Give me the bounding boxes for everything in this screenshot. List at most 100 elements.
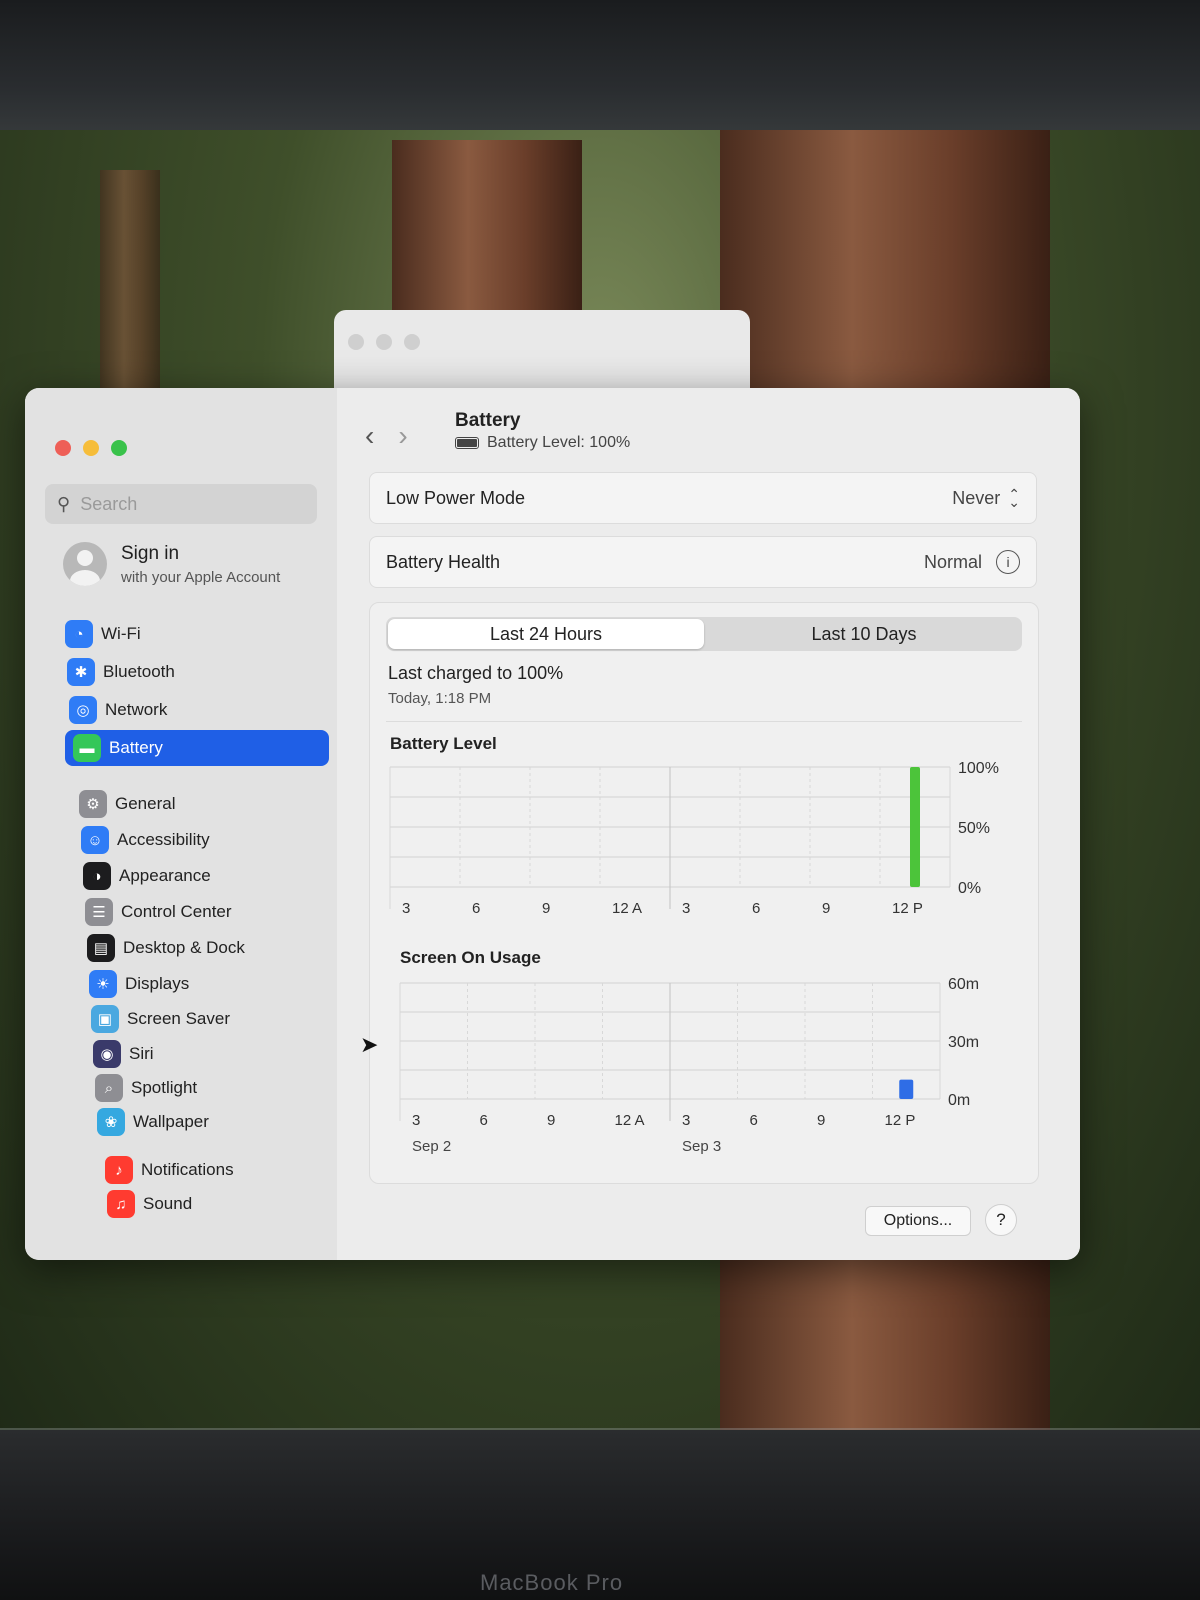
sidebar-item-general[interactable]: ⚙ General bbox=[79, 786, 175, 822]
page-title: Battery bbox=[455, 410, 521, 431]
close-button[interactable] bbox=[55, 440, 71, 456]
y-tick-label: 50% bbox=[958, 820, 990, 837]
battery-charts: Battery Level 100% 50% 0% 3 6 9 12 A 3 6 9 12 P Scre… bbox=[389, 734, 999, 1155]
sidebar-item-displays[interactable]: ☀ Displays bbox=[89, 966, 189, 1002]
sidebar-item-desktop-dock[interactable]: ▤ Desktop & Dock bbox=[87, 930, 245, 966]
sidebar-item-label: Network bbox=[105, 700, 168, 719]
sidebar-item-label: Spotlight bbox=[131, 1078, 198, 1097]
x-tick-label: 9 bbox=[817, 1112, 825, 1129]
sidebar-item-label: Bluetooth bbox=[103, 662, 175, 681]
window-control bbox=[376, 334, 392, 350]
screen-bezel-top bbox=[0, 0, 1200, 150]
sidebar-item-label: Desktop & Dock bbox=[123, 938, 245, 957]
globe-icon: ◎ bbox=[69, 696, 97, 724]
forward-button[interactable]: › bbox=[398, 420, 431, 451]
x-tick-label: 12 A bbox=[612, 900, 642, 917]
apple-account-signin[interactable]: Sign in with your Apple Account bbox=[63, 542, 280, 586]
help-button[interactable]: ? bbox=[985, 1204, 1017, 1236]
usage-panel: Last 24 Hours Last 10 Days Last charged … bbox=[369, 602, 1039, 1184]
signin-subtitle: with your Apple Account bbox=[121, 568, 281, 586]
sidebar-item-accessibility[interactable]: ☺ Accessibility bbox=[81, 822, 210, 858]
sidebar-item-wi-fi[interactable]: ◔ Wi-Fi bbox=[65, 616, 141, 652]
gear-icon: ⚙ bbox=[79, 790, 107, 818]
device-label: MacBook Pro bbox=[480, 1570, 624, 1595]
chart-title: Screen On Usage bbox=[400, 948, 541, 967]
tab-last-24-hours[interactable]: Last 24 Hours bbox=[388, 619, 704, 649]
accessibility-icon: ☺ bbox=[81, 826, 109, 854]
divider bbox=[386, 721, 1022, 722]
y-tick-label: 100% bbox=[958, 760, 999, 777]
x-tick-label: 9 bbox=[542, 900, 550, 917]
history-navigation: ‹› bbox=[365, 420, 432, 452]
battery-health-label: Battery Health bbox=[386, 551, 501, 572]
sidebar-item-sound[interactable]: ♫ Sound bbox=[107, 1186, 192, 1222]
window-control bbox=[348, 334, 364, 350]
low-power-mode-select[interactable]: Never ⌃ ⌄ bbox=[952, 487, 1020, 509]
search-input[interactable]: ⚲ Search bbox=[45, 484, 317, 524]
x-tick-label: 6 bbox=[752, 900, 760, 917]
battery-level-text: Battery Level: 100% bbox=[487, 434, 631, 451]
date-label: Sep 2 bbox=[412, 1138, 451, 1155]
sidebar-item-label: Control Center bbox=[121, 902, 232, 921]
zoom-button[interactable] bbox=[111, 440, 127, 456]
battery-pane: ‹› Battery Battery Level: 100% Low Power… bbox=[337, 388, 1080, 1260]
options-button[interactable]: Options... bbox=[865, 1206, 971, 1236]
time-range-segmented-control: Last 24 Hours Last 10 Days bbox=[386, 617, 1022, 651]
low-power-mode-value: Never bbox=[952, 487, 1001, 508]
x-tick-label: 6 bbox=[472, 900, 480, 917]
sidebar-item-bluetooth[interactable]: ✱ Bluetooth bbox=[67, 654, 175, 690]
sidebar-item-network[interactable]: ◎ Network bbox=[69, 692, 167, 728]
window-control bbox=[404, 334, 420, 350]
battery-health-row: Battery Health Normal i bbox=[369, 536, 1037, 588]
sidebar-item-label: Accessibility bbox=[117, 830, 210, 849]
y-tick-label: 0% bbox=[958, 880, 981, 897]
sidebar-item-notifications[interactable]: ♪ Notifications bbox=[105, 1152, 234, 1188]
sidebar-item-label: Wallpaper bbox=[133, 1112, 209, 1131]
sidebar-item-battery[interactable]: ▬ Battery bbox=[65, 730, 329, 766]
sidebar-item-wallpaper[interactable]: ❀ Wallpaper bbox=[97, 1104, 209, 1140]
x-tick-label: 6 bbox=[480, 1112, 488, 1129]
last-charged-info: Last charged to 100% Today, 1:18 PM bbox=[388, 663, 563, 707]
minimize-button[interactable] bbox=[83, 440, 99, 456]
last-charged-time: Today, 1:18 PM bbox=[388, 690, 492, 707]
y-tick-label: 60m bbox=[948, 976, 979, 993]
sidebar-item-label: General bbox=[115, 794, 176, 813]
avatar bbox=[63, 542, 107, 586]
x-tick-label: 9 bbox=[822, 900, 830, 917]
sidebar-item-screen-saver[interactable]: ▣ Screen Saver bbox=[91, 1001, 230, 1037]
low-power-mode-row: Low Power Mode Never ⌃ ⌄ bbox=[369, 472, 1037, 524]
x-tick-label: 3 bbox=[402, 900, 410, 917]
x-tick-label: 3 bbox=[412, 1112, 420, 1129]
chart-title: Battery Level bbox=[390, 734, 497, 753]
chart-bar bbox=[899, 1079, 914, 1099]
battery-icon bbox=[455, 437, 479, 449]
x-tick-label: 9 bbox=[547, 1112, 555, 1129]
sidebar-item-siri[interactable]: ◉ Siri bbox=[93, 1036, 154, 1072]
battery-level-status: Battery Level: 100% bbox=[455, 434, 630, 452]
sidebar-item-label: Siri bbox=[129, 1044, 154, 1063]
battery-icon: ▬ bbox=[73, 734, 101, 762]
y-tick-label: 30m bbox=[948, 1034, 979, 1051]
x-tick-label: 3 bbox=[682, 1112, 690, 1129]
system-settings-window: ⚲ Search Sign in with your Apple Account… bbox=[25, 388, 1080, 1260]
sidebar: ⚲ Search Sign in with your Apple Account… bbox=[25, 388, 337, 1260]
info-icon[interactable]: i bbox=[996, 550, 1020, 574]
search-placeholder: Search bbox=[80, 493, 138, 514]
mouse-cursor-icon: ➤ bbox=[360, 1032, 379, 1057]
signin-title: Sign in bbox=[121, 542, 180, 564]
x-tick-label: 12 A bbox=[615, 1112, 645, 1129]
sidebar-item-control-center[interactable]: ☰ Control Center bbox=[85, 894, 232, 930]
bell-icon: ♪ bbox=[105, 1156, 133, 1184]
sidebar-item-spotlight[interactable]: ⌕ Spotlight bbox=[95, 1070, 197, 1106]
back-button[interactable]: ‹ bbox=[365, 420, 398, 451]
sidebar-item-label: Notifications bbox=[141, 1160, 234, 1179]
tab-last-10-days[interactable]: Last 10 Days bbox=[706, 617, 1022, 651]
sidebar-item-label: Appearance bbox=[119, 866, 211, 885]
low-power-mode-label: Low Power Mode bbox=[386, 487, 526, 508]
date-label: Sep 3 bbox=[682, 1138, 721, 1155]
screensaver-icon: ▣ bbox=[91, 1005, 119, 1033]
last-charged-title: Last charged to 100% bbox=[388, 663, 564, 683]
sun-icon: ☀ bbox=[89, 970, 117, 998]
sidebar-item-label: Screen Saver bbox=[127, 1009, 230, 1028]
sidebar-item-appearance[interactable]: ◑ Appearance bbox=[83, 858, 211, 894]
